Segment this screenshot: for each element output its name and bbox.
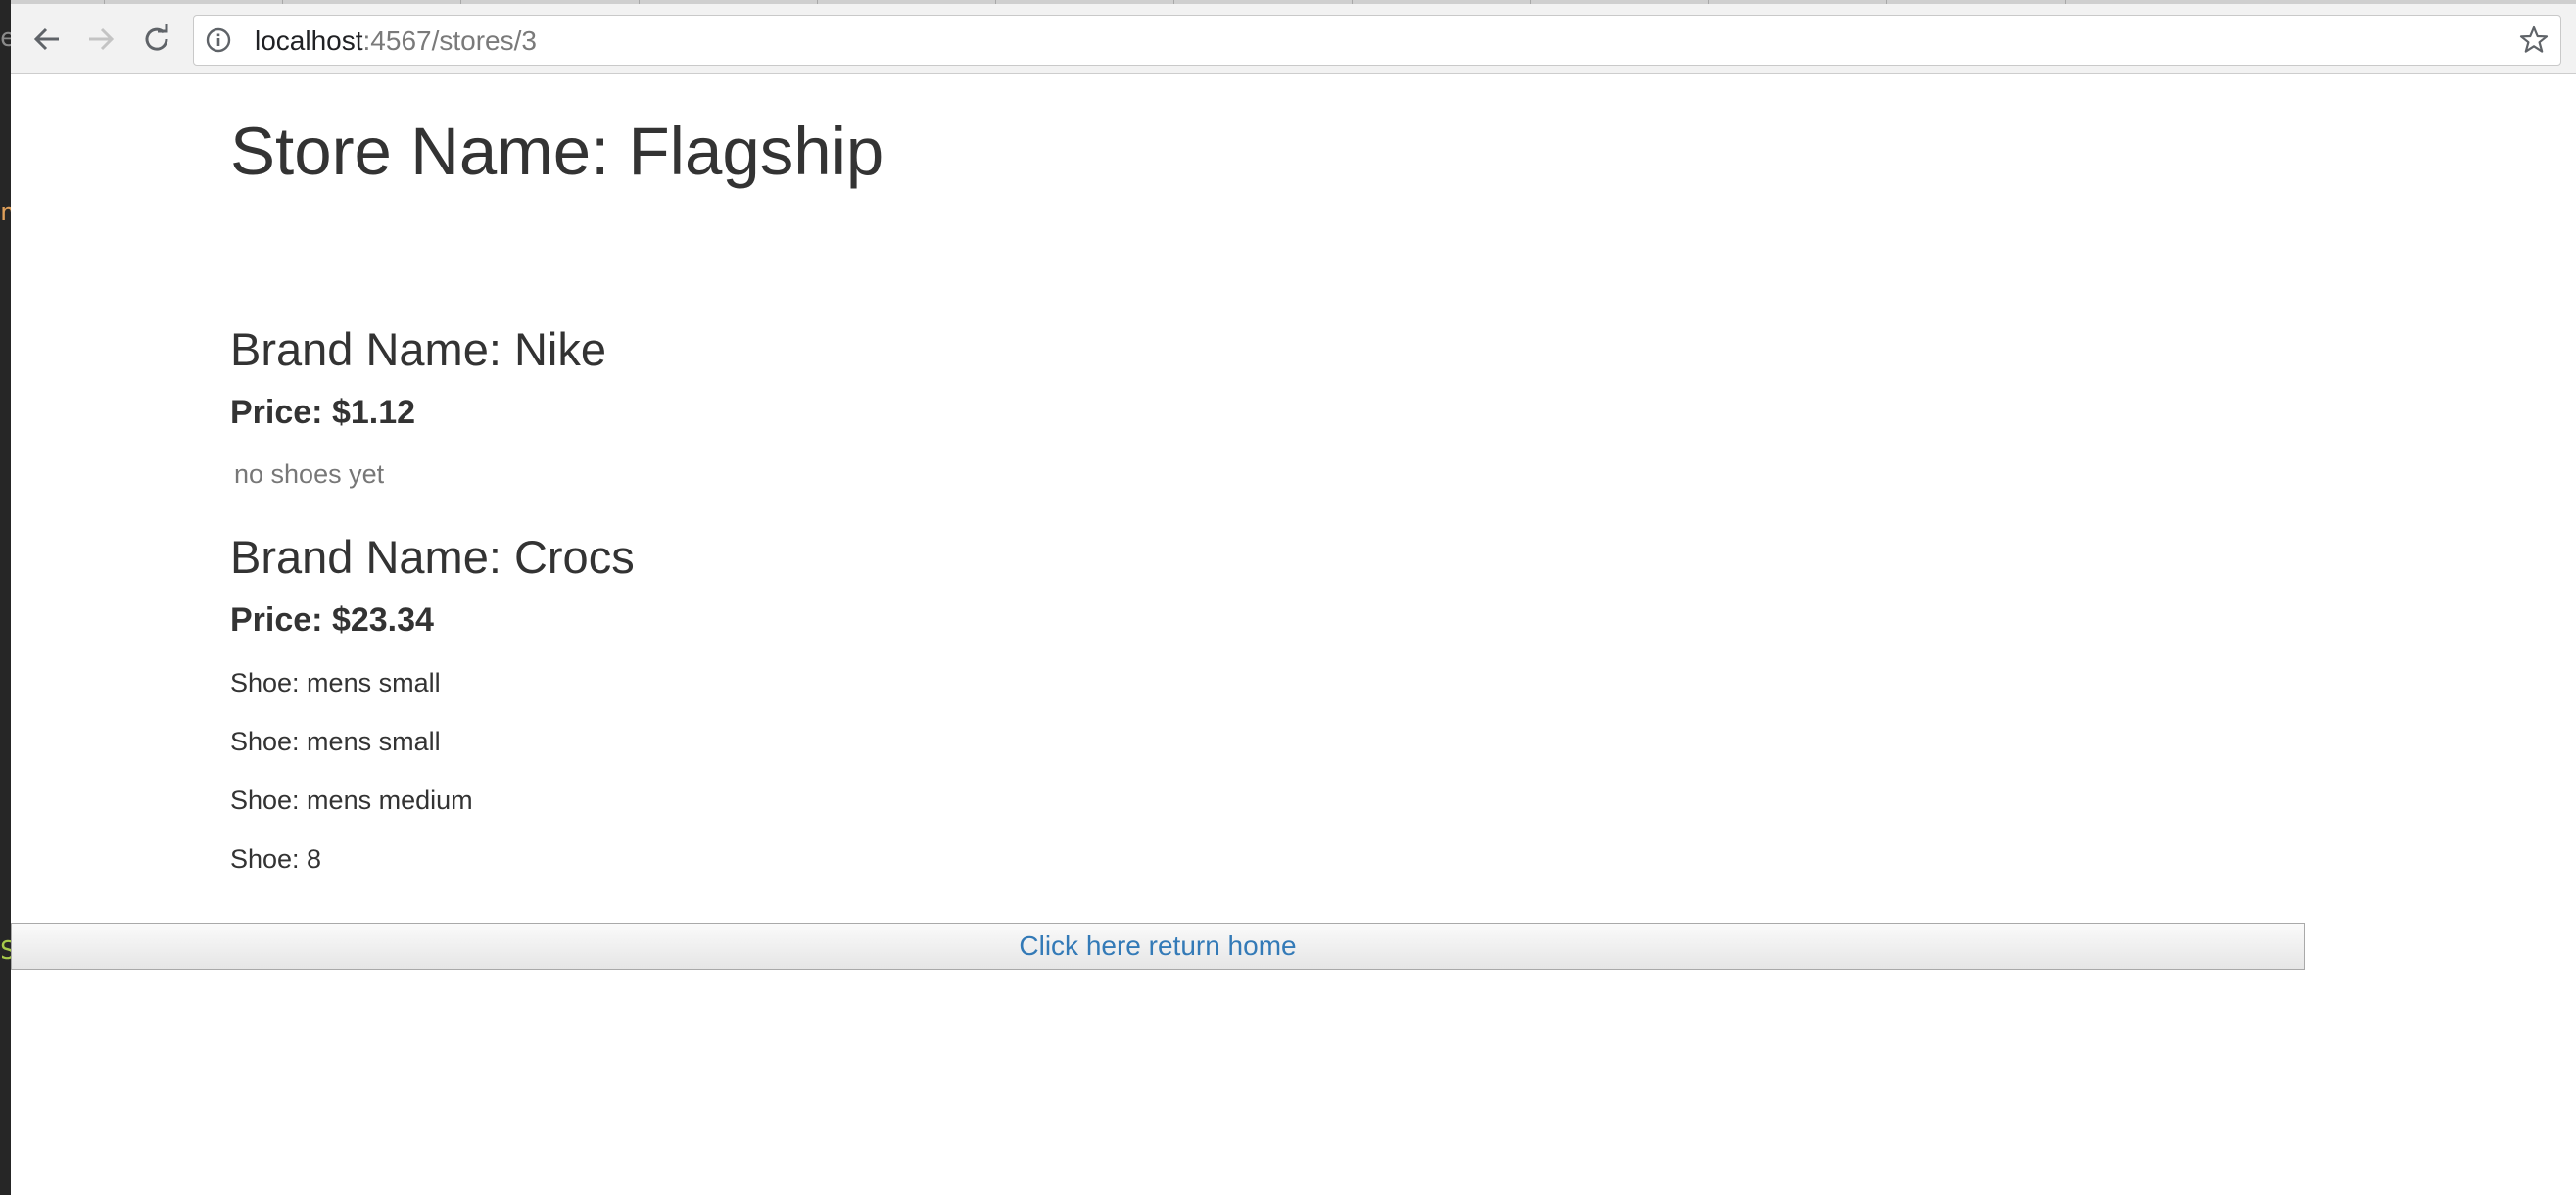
page-content: Store Name: Flagship Brand Name: Nike Pr… xyxy=(11,75,2576,1195)
forward-arrow-icon xyxy=(89,27,115,51)
store-title: Store Name: Flagship xyxy=(230,114,884,189)
address-bar[interactable]: localhost:4567/stores/3 xyxy=(193,15,2561,66)
return-home-button[interactable]: Click here return home xyxy=(11,923,2305,970)
url-host: localhost xyxy=(255,25,363,56)
shoe-item: Shoe: 8 xyxy=(230,844,322,874)
url-text[interactable]: localhost:4567/stores/3 xyxy=(255,26,537,56)
reload-icon xyxy=(145,24,168,51)
brand-price: Price: $1.12 xyxy=(230,394,416,431)
bookmark-star-icon[interactable] xyxy=(2519,25,2549,55)
shoe-item: Shoe: mens medium xyxy=(230,786,473,815)
return-home-link[interactable]: Click here return home xyxy=(1019,931,1296,962)
brand-name: Brand Name: Nike xyxy=(230,323,606,375)
info-icon[interactable] xyxy=(206,27,231,53)
url-path: :4567/stores/3 xyxy=(362,25,537,56)
shoe-item: Shoe: mens small xyxy=(230,668,441,697)
brand-price: Price: $23.34 xyxy=(230,601,434,639)
shoe-item: Shoe: mens small xyxy=(230,727,441,756)
browser-toolbar: localhost:4567/stores/3 xyxy=(11,4,2576,74)
reload-button[interactable] xyxy=(137,20,176,59)
back-button[interactable] xyxy=(27,20,67,59)
brand-name: Brand Name: Crocs xyxy=(230,531,635,583)
empty-shoes-message: no shoes yet xyxy=(234,459,385,489)
back-arrow-icon xyxy=(33,27,59,51)
forward-button[interactable] xyxy=(81,20,120,59)
editor-window-edge: e n S xyxy=(0,0,16,1195)
